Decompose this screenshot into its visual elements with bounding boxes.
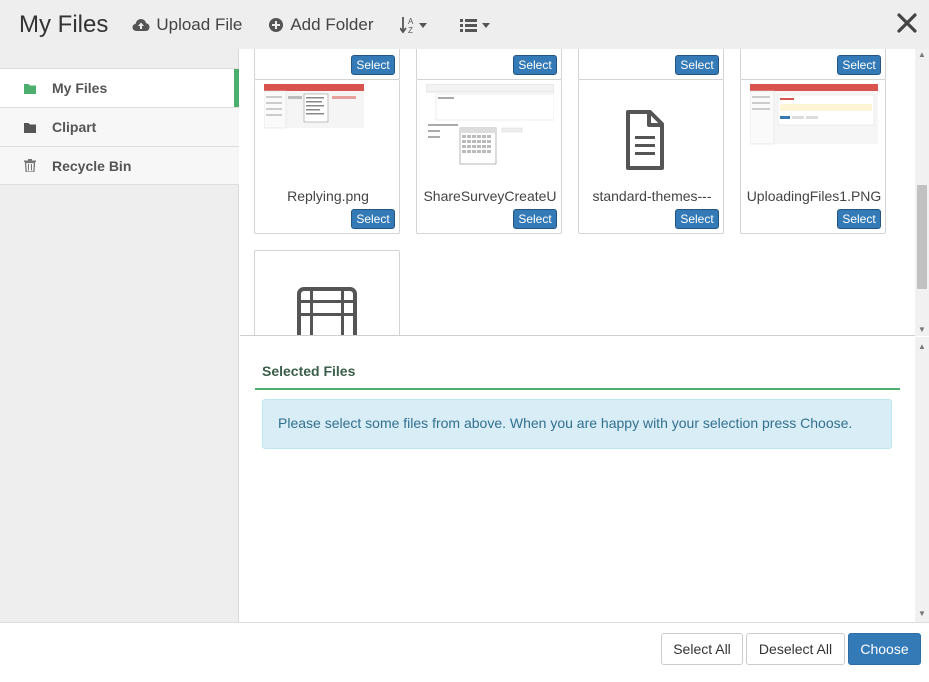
sidebar-item-label: Recycle Bin [52, 157, 132, 174]
sidebar-item-my-files[interactable]: My Files [0, 68, 239, 107]
list-view-icon [459, 18, 490, 32]
file-card[interactable]: Replying.png Select [254, 79, 400, 234]
file-name: ShareSurveyCreateU [423, 188, 557, 204]
file-name: standard-themes--- [592, 188, 712, 204]
select-button[interactable]: Select [351, 209, 395, 229]
folder-icon [24, 83, 36, 94]
upload-file-button[interactable]: Upload File [132, 15, 242, 35]
film-icon [297, 287, 357, 335]
scroll-up-arrow[interactable]: ▲ [915, 49, 929, 61]
sidebar: My Files Clipart Recycle Bin [0, 49, 239, 622]
selected-panel-scrollbar[interactable]: ▲ ▼ [915, 337, 929, 622]
scrollbar-thumb[interactable] [917, 185, 927, 289]
sort-dropdown[interactable]: A Z [399, 16, 434, 34]
file-thumbnail [426, 84, 554, 172]
select-all-button[interactable]: Select All [661, 633, 743, 665]
add-folder-label: Add Folder [290, 14, 374, 34]
file-thumbnail [588, 84, 716, 172]
sidebar-item-label: My Files [52, 80, 108, 96]
sidebar-item-clipart[interactable]: Clipart [0, 107, 239, 146]
view-dropdown[interactable] [459, 18, 500, 32]
folder-icon [24, 122, 36, 133]
select-button[interactable]: Select [837, 209, 881, 229]
selected-files-heading: Selected Files [262, 363, 356, 379]
select-button[interactable]: Select [675, 55, 719, 75]
file-card[interactable]: Select [578, 49, 724, 80]
select-button[interactable]: Select [837, 55, 881, 75]
document-icon [626, 110, 664, 170]
info-message: Please select some files from above. Whe… [262, 399, 892, 449]
sidebar-list: My Files Clipart Recycle Bin [0, 68, 239, 185]
sidebar-item-recycle-bin[interactable]: Recycle Bin [0, 146, 239, 185]
plus-circle-icon [269, 17, 284, 32]
close-icon[interactable] [895, 9, 919, 37]
cloud-upload-icon [132, 18, 150, 31]
heading-underline [255, 388, 900, 390]
select-button[interactable]: Select [513, 55, 557, 75]
file-card[interactable]: Select [254, 49, 400, 80]
sidebar-item-label: Clipart [52, 119, 97, 135]
sort-alpha-icon: A Z [399, 16, 427, 34]
select-button[interactable]: Select [351, 55, 395, 75]
select-button[interactable]: Select [513, 209, 557, 229]
file-grid: Select Select Select Select Replying.png… [240, 49, 915, 336]
scroll-down-arrow[interactable]: ▼ [915, 324, 929, 336]
file-card[interactable]: UploadingFiles1.PNG Select [740, 79, 886, 234]
file-card[interactable]: standard-themes--- Select [578, 79, 724, 234]
file-name: Replying.png [287, 188, 369, 204]
file-card[interactable]: Select [416, 49, 562, 80]
file-name: UploadingFiles1.PNG [746, 188, 882, 204]
selected-files-panel: Selected Files Please select some files … [240, 337, 915, 622]
dialog-title: My Files [19, 10, 109, 38]
scroll-down-arrow[interactable]: ▼ [915, 608, 929, 620]
add-folder-button[interactable]: Add Folder [268, 14, 374, 35]
dialog-footer: Select All Deselect All Choose [0, 622, 929, 682]
deselect-all-button[interactable]: Deselect All [746, 633, 845, 665]
file-thumbnail [264, 84, 392, 172]
file-card[interactable]: ShareSurveyCreateU Select [416, 79, 562, 234]
file-grid-scrollbar[interactable]: ▲ ▼ [915, 49, 929, 336]
svg-text:Z: Z [408, 26, 413, 34]
select-button[interactable]: Select [675, 209, 719, 229]
scroll-up-arrow[interactable]: ▲ [915, 341, 929, 353]
trash-icon [24, 159, 36, 172]
file-card[interactable] [254, 250, 400, 335]
upload-file-label: Upload File [156, 14, 243, 34]
svg-text:A: A [408, 17, 414, 26]
file-card[interactable]: Select [740, 49, 886, 80]
file-thumbnail [750, 84, 878, 172]
dialog-header: My Files Upload File Add Folder A Z [0, 0, 929, 49]
choose-button[interactable]: Choose [848, 633, 921, 665]
